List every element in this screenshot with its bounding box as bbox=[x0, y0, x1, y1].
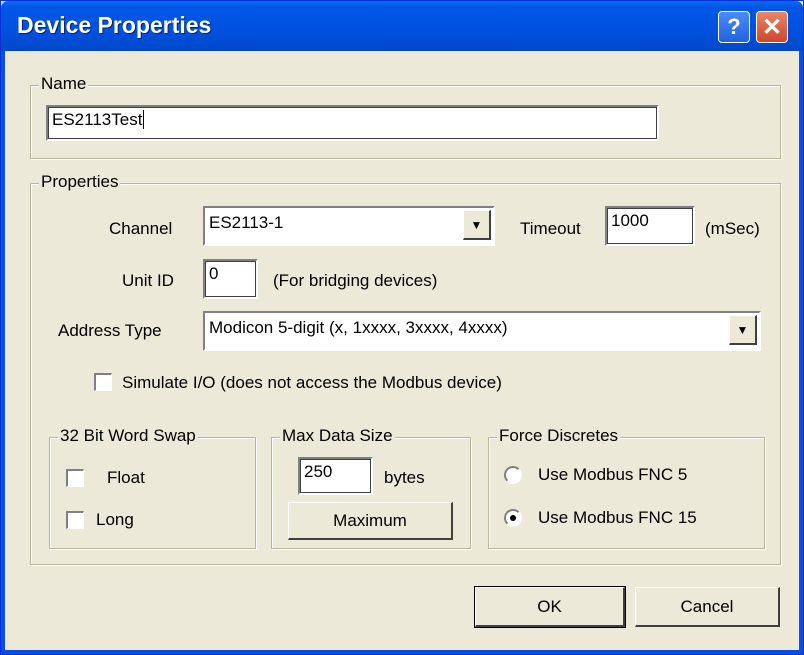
properties-group-legend: Properties bbox=[39, 172, 121, 192]
text-cursor bbox=[143, 110, 145, 129]
radio-selected-dot bbox=[510, 515, 516, 521]
cancel-button-label: Cancel bbox=[680, 596, 734, 616]
max-data-size-input[interactable]: 250 bbox=[298, 457, 373, 495]
close-button[interactable]: ✕ bbox=[756, 11, 788, 43]
unit-id-input[interactable]: 0 bbox=[203, 259, 258, 299]
word-swap-group-legend: 32 Bit Word Swap bbox=[58, 426, 198, 446]
address-type-label: Address Type bbox=[58, 321, 162, 340]
cancel-button[interactable]: Cancel bbox=[635, 587, 780, 627]
device-properties-dialog: Device Properties ? ✕ Name ES2113Test Pr… bbox=[0, 0, 804, 655]
fnc15-radio[interactable] bbox=[504, 509, 522, 527]
close-icon: ✕ bbox=[761, 13, 783, 41]
chevron-down-icon: ▼ bbox=[470, 217, 483, 232]
timeout-label: Timeout bbox=[520, 219, 581, 238]
word-swap-group: 32 Bit Word Swap bbox=[49, 426, 256, 549]
name-group-legend: Name bbox=[39, 74, 89, 94]
channel-dropdown-button[interactable]: ▼ bbox=[463, 210, 491, 240]
address-type-dropdown-button[interactable]: ▼ bbox=[729, 315, 757, 345]
name-input[interactable]: ES2113Test bbox=[46, 105, 659, 141]
fnc5-radio[interactable] bbox=[504, 466, 522, 484]
max-data-size-unit: bytes bbox=[384, 468, 425, 487]
chevron-down-icon: ▼ bbox=[736, 322, 749, 337]
float-checkbox[interactable] bbox=[66, 469, 84, 487]
ok-button-label: OK bbox=[537, 596, 562, 616]
window-title: Device Properties bbox=[17, 12, 212, 38]
simulate-io-checkbox[interactable] bbox=[94, 373, 112, 391]
address-type-select[interactable]: Modicon 5-digit (x, 1xxxx, 3xxxx, 4xxxx)… bbox=[203, 311, 761, 351]
maximum-button-label: Maximum bbox=[333, 510, 407, 530]
force-discretes-group-legend: Force Discretes bbox=[497, 426, 621, 446]
name-input-value: ES2113Test bbox=[52, 110, 143, 129]
timeout-unit-label: (mSec) bbox=[705, 219, 760, 238]
max-data-size-input-value: 250 bbox=[304, 462, 333, 481]
help-icon: ? bbox=[727, 14, 741, 39]
force-discretes-group: Force Discretes bbox=[488, 426, 765, 549]
fnc5-label[interactable]: Use Modbus FNC 5 bbox=[538, 465, 687, 485]
simulate-io-label[interactable]: Simulate I/O (does not access the Modbus… bbox=[122, 373, 502, 393]
ok-button[interactable]: OK bbox=[474, 586, 626, 628]
float-label[interactable]: Float bbox=[107, 468, 145, 488]
max-data-size-group-legend: Max Data Size bbox=[280, 426, 395, 446]
unit-id-label: Unit ID bbox=[122, 271, 174, 290]
window-frame-bottom bbox=[1, 650, 803, 654]
long-label[interactable]: Long bbox=[96, 510, 134, 530]
window-frame-left bbox=[1, 51, 5, 654]
help-button[interactable]: ? bbox=[718, 11, 750, 43]
unit-id-hint: (For bridging devices) bbox=[273, 271, 438, 290]
window-frame-right bbox=[799, 51, 803, 654]
maximum-button[interactable]: Maximum bbox=[288, 502, 453, 540]
channel-label: Channel bbox=[109, 219, 173, 238]
title-bar[interactable]: Device Properties ? ✕ bbox=[1, 1, 803, 51]
address-type-select-value: Modicon 5-digit (x, 1xxxx, 3xxxx, 4xxxx) bbox=[209, 318, 508, 337]
long-checkbox[interactable] bbox=[66, 511, 84, 529]
fnc15-label[interactable]: Use Modbus FNC 15 bbox=[538, 508, 697, 528]
channel-select[interactable]: ES2113-1 ▼ bbox=[203, 206, 495, 246]
unit-id-input-value: 0 bbox=[209, 264, 219, 283]
timeout-input[interactable]: 1000 bbox=[605, 206, 695, 246]
channel-select-value: ES2113-1 bbox=[209, 213, 284, 232]
timeout-input-value: 1000 bbox=[611, 211, 649, 230]
